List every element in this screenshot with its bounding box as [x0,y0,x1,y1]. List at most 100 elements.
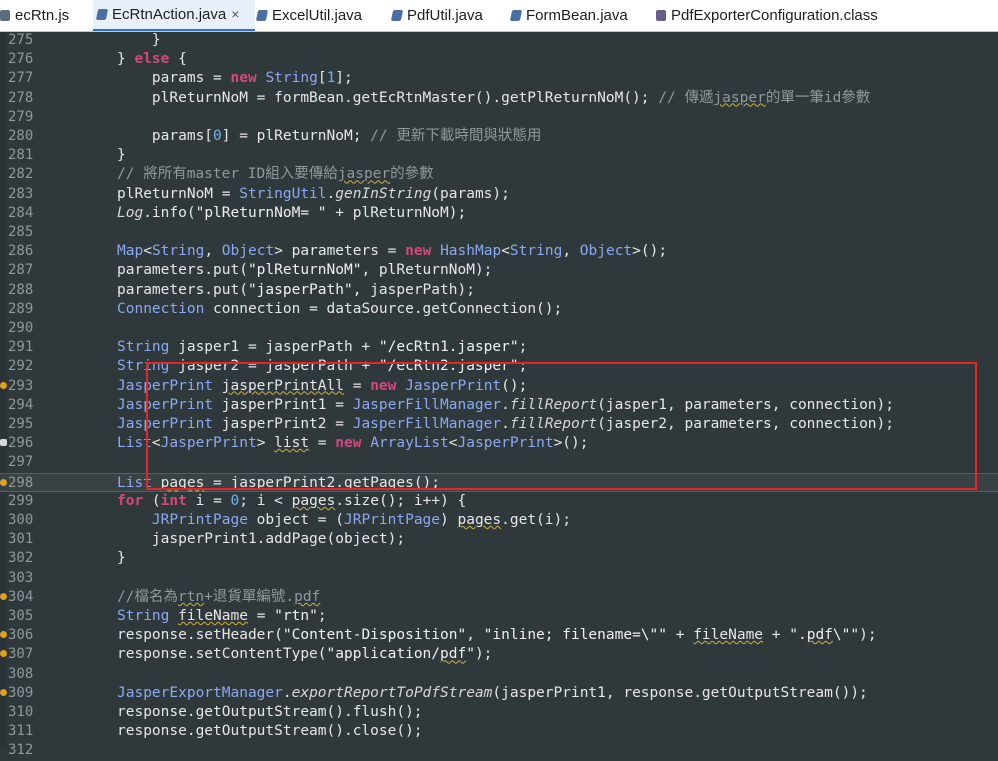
tab-label: FormBean.java [526,7,628,24]
warning-marker-icon[interactable] [0,478,7,486]
code-text: response.getOutputStream().close(); [117,723,423,740]
line-number: 286 [8,243,34,260]
code-text: JasperPrint jasperPrint1 = JasperFillMan… [117,396,894,413]
tab-ecrtnaction-java[interactable]: EcRtnAction.java × [93,0,255,31]
warning-marker-icon[interactable] [0,631,7,639]
code-line[interactable]: 277 params = new String[1]; [0,69,998,88]
code-line[interactable]: 312 [0,741,998,760]
code-text: } [117,32,161,48]
code-line[interactable]: 284 Log.info("plReturnNoM= " + plReturnNo… [0,204,998,223]
line-number: 302 [8,550,34,567]
code-line[interactable]: 308 [0,665,998,684]
code-line[interactable]: 311 response.getOutputStream().close(); [0,722,998,741]
tab-ecrtn-js[interactable]: ecRtn.js [0,0,80,31]
code-text: } [117,550,126,567]
code-editor[interactable]: 275 } 276} else {277 params = new String[… [0,31,998,758]
code-line[interactable]: 288 parameters.put("jasperPath", jasperPa… [0,281,998,300]
warning-marker-icon[interactable] [0,592,7,600]
code-line[interactable]: 297 [0,453,998,472]
code-text: Connection connection = dataSource.getCo… [117,300,563,317]
line-number: 307 [8,646,34,663]
code-line[interactable]: 276} else { [0,50,998,69]
code-line[interactable]: 306 response.setHeader("Content-Dispositi… [0,626,998,645]
java-file-icon [390,10,404,21]
java-file-icon [509,10,523,21]
code-line[interactable]: 295 JasperPrint jasperPrint2 = JasperFill… [0,415,998,434]
code-line[interactable]: 310 response.getOutputStream().flush(); [0,703,998,722]
code-line[interactable]: 303 [0,569,998,588]
warning-marker-icon[interactable] [0,381,7,389]
line-number: 281 [8,147,34,164]
line-number: 294 [8,396,34,413]
code-line[interactable]: 292 String jasper2 = jasperPath + "/ecRtn… [0,357,998,376]
code-line[interactable]: 298 List pages = jasperPrint2.getPages(); [0,472,998,492]
code-text: JasperPrint jasperPrint2 = JasperFillMan… [117,416,894,432]
code-text: params = new String[1]; [117,70,353,87]
code-text: Log.info("plReturnNoM= " + plReturnNoM); [117,204,467,221]
code-line[interactable]: 289 Connection connection = dataSource.ge… [0,300,998,319]
code-line[interactable]: 287 parameters.put("plReturnNoM", plRetur… [0,261,998,280]
code-line[interactable]: 282 // 將所有master ID組入要傳給jasper的參數 [0,165,998,184]
line-number: 310 [8,704,34,720]
java-file-icon [255,10,269,21]
code-text: //檔名為rtn+退貨單編號.pdf [117,588,321,605]
code-line[interactable]: 290 [0,319,998,338]
code-line[interactable]: 283 plReturnNoM = StringUtil.genInString(… [0,185,998,204]
code-text: // 將所有master ID組入要傳給jasper的參數 [117,166,434,183]
js-file-icon [0,10,10,21]
code-line[interactable]: 294 JasperPrint jasperPrint1 = JasperFill… [0,396,998,415]
line-number: 282 [8,166,34,183]
line-number: 293 [8,377,34,394]
code-text: JasperPrint jasperPrintAll = new JasperP… [117,377,528,394]
line-number: 287 [8,262,34,279]
line-number: 275 [8,32,34,48]
line-number: 308 [8,665,34,682]
tab-pdfexporterconfiguration-class[interactable]: PdfExporterConfiguration.class [656,0,916,31]
code-line[interactable]: 299 for (int i = 0; i < pages.size(); i++… [0,492,998,511]
code-line[interactable]: 285 [0,223,998,242]
code-line[interactable]: 307 response.setContentType("application/… [0,645,998,664]
code-line[interactable]: 280 params[0] = plReturnNoM; // 更新下載時間與狀… [0,127,998,146]
tab-pdfutil-java[interactable]: PdfUtil.java [390,0,497,31]
code-text: jasperPrint1.addPage(object); [117,531,406,548]
code-line[interactable]: 286 Map<String, Object> parameters = new … [0,242,998,261]
code-line[interactable]: 279 [0,108,998,127]
class-file-icon [656,10,666,21]
line-number: 304 [8,588,34,605]
line-number: 306 [8,627,34,644]
tab-excelutil-java[interactable]: ExcelUtil.java [255,0,377,31]
breakpoint-icon[interactable] [0,439,7,447]
code-text: response.setHeader("Content-Disposition"… [117,627,877,644]
close-icon[interactable]: × [231,0,239,29]
code-line[interactable]: 305 String fileName = "rtn"; [0,607,998,626]
code-line[interactable]: 296 List<JasperPrint> list = new ArrayLis… [0,434,998,453]
code-text: JRPrintPage object = (JRPrintPage) pages… [151,512,571,528]
code-line[interactable]: 281} [0,146,998,165]
code-text: params[0] = plReturnNoM; // 更新下載時間與狀態用 [117,128,542,144]
line-number: 301 [8,531,34,548]
code-line[interactable]: 293 JasperPrint jasperPrintAll = new Jasp… [0,377,998,396]
code-line[interactable]: 291 String jasper1 = jasperPath + "/ecRtn… [0,338,998,357]
warning-marker-icon[interactable] [0,650,7,658]
line-number: 296 [8,435,34,452]
line-number: 283 [8,185,34,202]
line-number: 276 [8,51,34,68]
code-text: List<JasperPrint> list = new ArrayList<J… [117,435,589,452]
code-line[interactable]: 309 JasperExportManager.exportReportToPdf… [0,684,998,703]
tab-formbean-java[interactable]: FormBean.java [509,0,639,31]
line-number: 289 [8,300,34,317]
tab-label: PdfUtil.java [407,7,483,24]
tab-label: ecRtn.js [15,7,70,24]
code-text: response.getOutputStream().flush(); [117,704,423,720]
tab-label: EcRtnAction.java [112,6,227,23]
code-line[interactable]: 300 JRPrintPage object = (JRPrintPage) p… [0,511,998,530]
line-number: 312 [8,742,34,759]
code-line[interactable]: 302} [0,549,998,568]
code-line[interactable]: 278 plReturnNoM = formBean.getEcRtnMaste… [0,89,998,108]
code-line[interactable]: 304 //檔名為rtn+退貨單編號.pdf [0,588,998,607]
warning-marker-icon[interactable] [0,688,7,696]
line-number: 285 [8,224,34,240]
code-line[interactable]: 275 } [0,31,998,50]
line-number: 291 [8,339,34,356]
code-line[interactable]: 301 jasperPrint1.addPage(object); [0,530,998,549]
